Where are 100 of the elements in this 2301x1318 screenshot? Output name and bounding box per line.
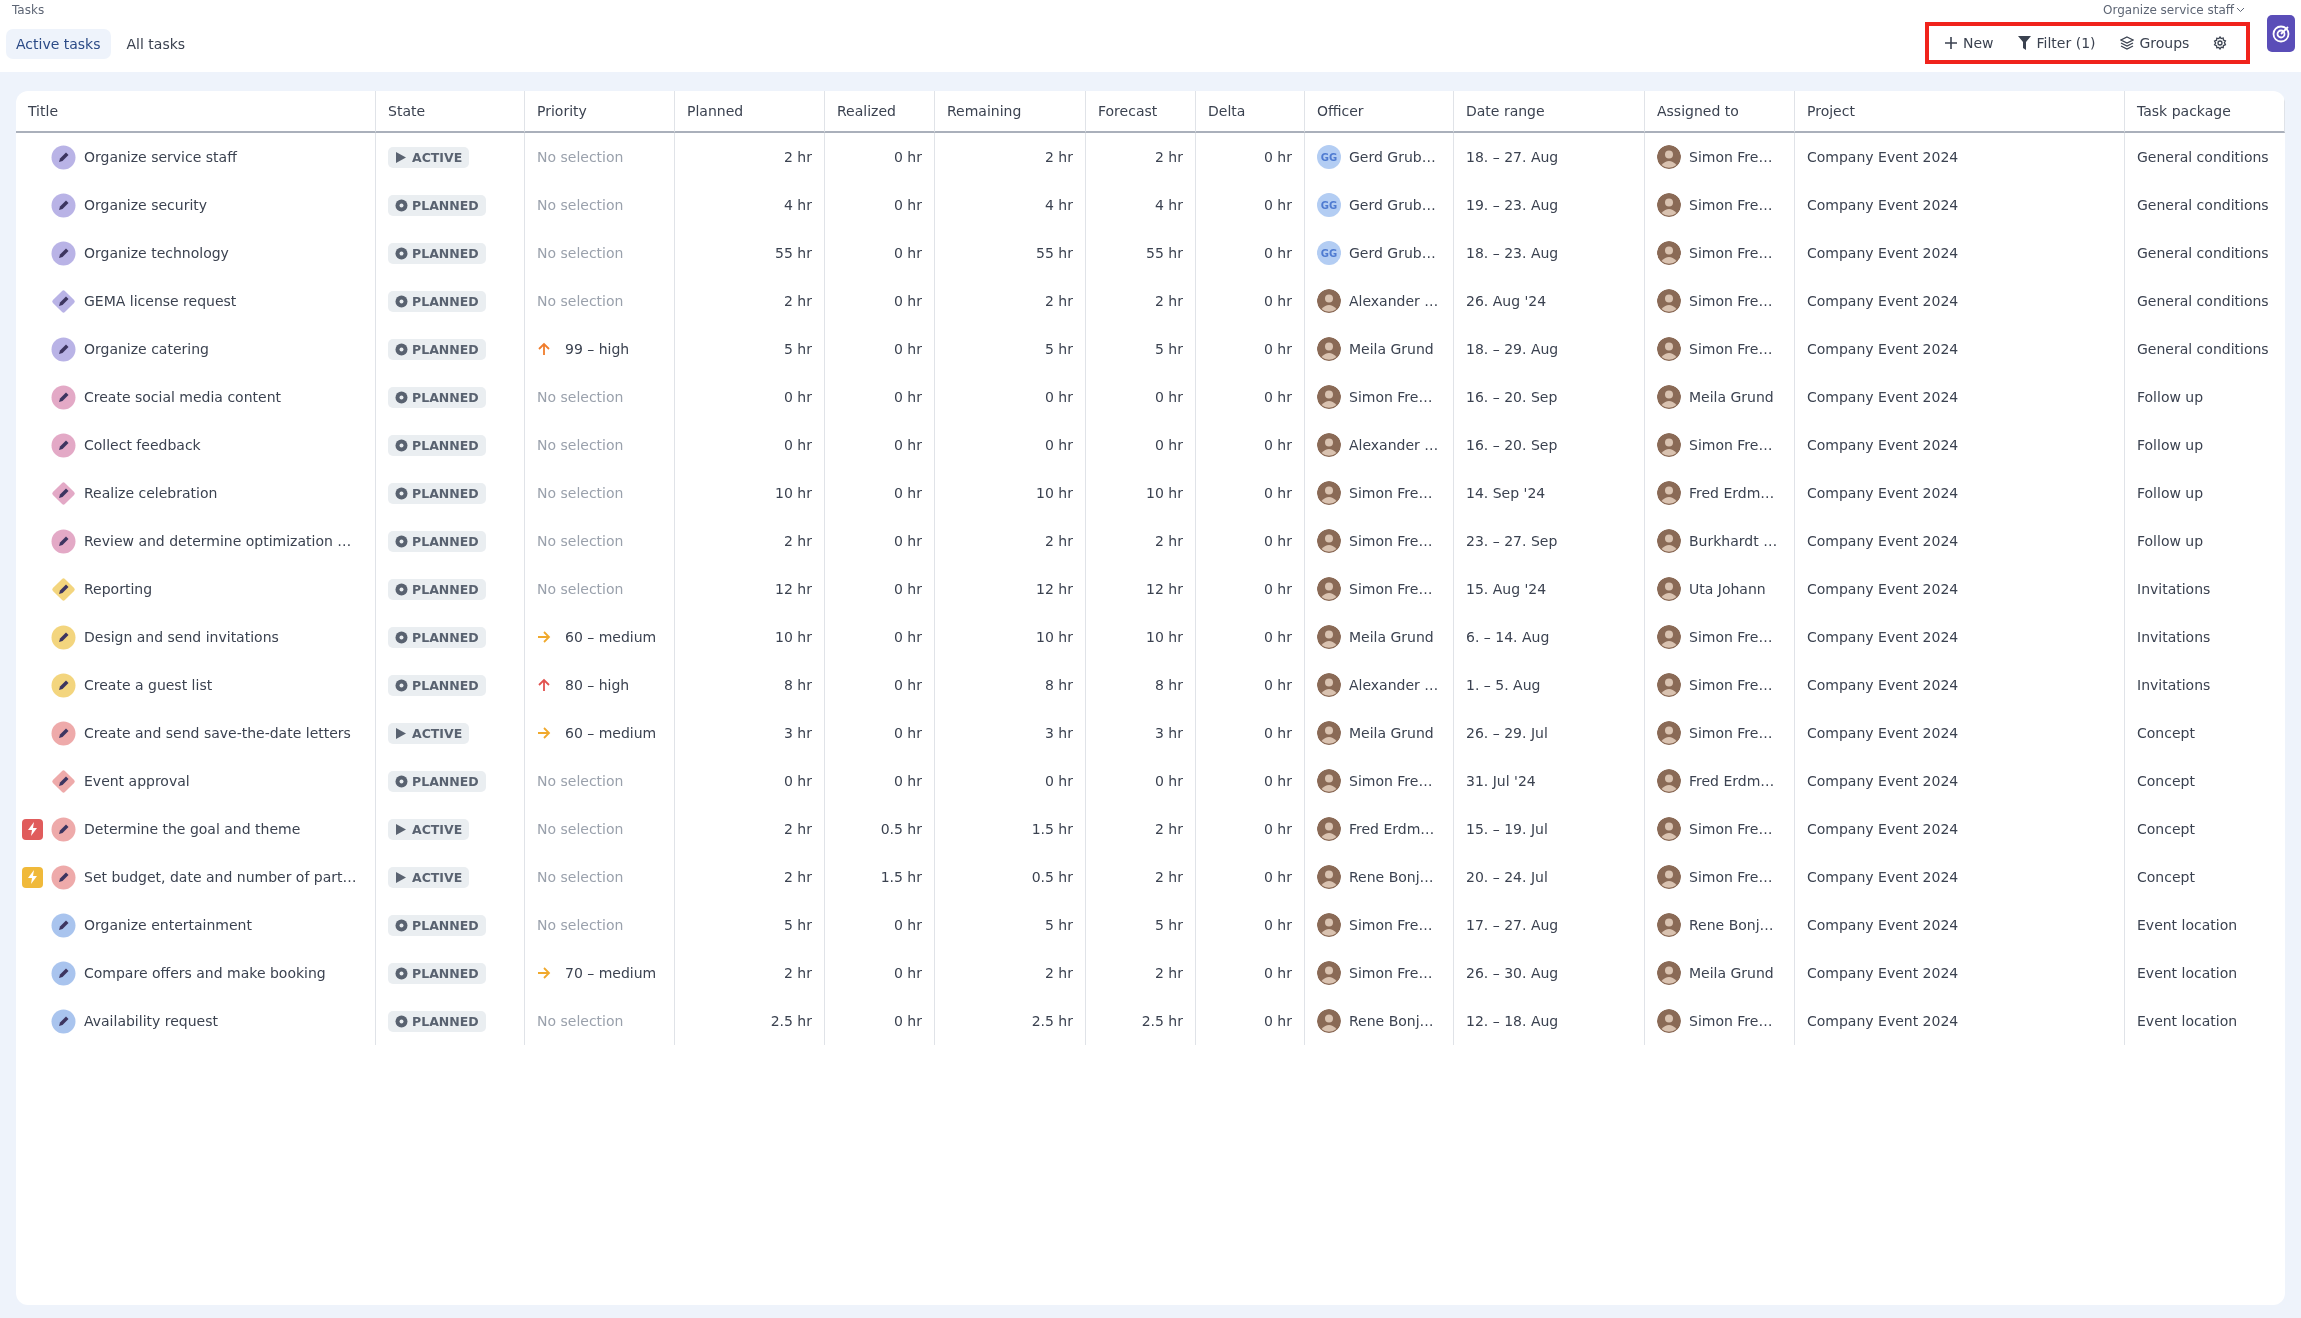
column-header[interactable]: Remaining	[935, 91, 1086, 133]
state-badge: PLANNED	[388, 242, 486, 264]
hours-value: 0 hr	[1264, 341, 1292, 357]
hours-value: 2 hr	[1155, 149, 1183, 165]
task-title[interactable]: Organize technology	[84, 245, 229, 261]
new-button[interactable]: New	[1945, 33, 1994, 53]
column-header[interactable]: Priority	[525, 91, 675, 133]
date-range: 23. – 27. Sep	[1466, 533, 1558, 549]
avatar-silhouette-icon	[1657, 241, 1681, 265]
hours-value: 2 hr	[1155, 869, 1183, 885]
column-header[interactable]: Planned	[675, 91, 825, 133]
person-name: Rene Bonj…	[1349, 869, 1434, 885]
task-package: Follow up	[2137, 389, 2204, 405]
hours-value: 0 hr	[894, 725, 922, 741]
hours-value: 0 hr	[1264, 485, 1292, 501]
task-package: Concept	[2137, 821, 2195, 837]
task-title[interactable]: GEMA license request	[84, 293, 237, 309]
date-range: 18. – 27. Aug	[1466, 149, 1559, 165]
date-range: 20. – 24. Jul	[1466, 869, 1548, 885]
task-title[interactable]: Availability request	[84, 1013, 218, 1029]
task-title[interactable]: Organize security	[84, 197, 208, 213]
column-header[interactable]: Assigned to	[1645, 91, 1795, 133]
hours-value: 8 hr	[1045, 677, 1073, 693]
person-name: Alexander …	[1349, 677, 1439, 693]
state-badge: PLANNED	[388, 578, 486, 600]
task-title[interactable]: Compare offers and make booking	[84, 965, 326, 981]
context-dropdown[interactable]: Organize service staff	[2103, 3, 2245, 17]
task-title[interactable]: Collect feedback	[84, 437, 201, 453]
hours-value: 0 hr	[1264, 1013, 1292, 1029]
state-badge: PLANNED	[388, 914, 486, 936]
person-name: Simon Fre…	[1689, 725, 1773, 741]
task-title[interactable]: Create and send save-the-date letters	[84, 725, 351, 741]
hours-value: 2.5 hr	[1141, 1013, 1183, 1029]
task-package: General conditions	[2137, 245, 2269, 261]
hours-value: 1.5 hr	[1031, 821, 1073, 837]
hours-value: 2 hr	[1155, 293, 1183, 309]
avatar-silhouette-icon	[1317, 1009, 1341, 1033]
column-header[interactable]: Delta	[1196, 91, 1305, 133]
task-title[interactable]: Determine the goal and theme	[84, 821, 301, 837]
priority-label: 99 – high	[565, 341, 630, 357]
avatar-silhouette-icon	[1657, 817, 1681, 841]
hours-value: 5 hr	[784, 917, 812, 933]
settings-button[interactable]	[2213, 34, 2228, 52]
hours-value: 3 hr	[1045, 725, 1073, 741]
avatar-silhouette-icon	[1657, 289, 1681, 313]
column-header[interactable]: Realized	[825, 91, 935, 133]
person-name: Simon Fre…	[1689, 677, 1773, 693]
hours-value: 2 hr	[784, 869, 812, 885]
person-name: Gerd Grub…	[1349, 197, 1436, 213]
task-title[interactable]: Design and send invitations	[84, 629, 279, 645]
groups-button[interactable]: Groups	[2119, 33, 2190, 53]
person-name: Meila Grund	[1689, 965, 1774, 981]
tab[interactable]: All tasks	[116, 29, 196, 59]
hours-value: 8 hr	[1155, 677, 1183, 693]
task-title[interactable]: Set budget, date and number of part…	[84, 869, 357, 885]
task-package: Invitations	[2137, 581, 2211, 597]
column-header[interactable]: Forecast	[1086, 91, 1196, 133]
app-button[interactable]	[2267, 15, 2295, 52]
project-name: Company Event 2024	[1807, 917, 1959, 933]
avatar-silhouette-icon	[1317, 769, 1341, 793]
person-name: Meila Grund	[1349, 341, 1434, 357]
task-title[interactable]: Reporting	[84, 581, 153, 597]
column-header[interactable]: Date range	[1454, 91, 1645, 133]
avatar-silhouette-icon	[1317, 673, 1341, 697]
avatar-silhouette-icon	[1317, 481, 1341, 505]
tab[interactable]: Active tasks	[6, 29, 111, 59]
hours-value: 0 hr	[894, 341, 922, 357]
project-name: Company Event 2024	[1807, 1013, 1959, 1029]
avatar-silhouette-icon	[1657, 529, 1681, 553]
column-header[interactable]: Task package	[2125, 91, 2285, 133]
task-title[interactable]: Organize service staff	[84, 149, 237, 165]
task-package: General conditions	[2137, 293, 2269, 309]
task-title[interactable]: Create a guest list	[84, 677, 213, 693]
task-title[interactable]: Organize catering	[84, 341, 209, 357]
task-package: Event location	[2137, 965, 2238, 981]
task-title[interactable]: Realize celebration	[84, 485, 218, 501]
task-title[interactable]: Organize entertainment	[84, 917, 252, 933]
task-title[interactable]: Review and determine optimization …	[84, 533, 352, 549]
person-name: Simon Fre…	[1689, 341, 1773, 357]
task-title[interactable]: Event approval	[84, 773, 190, 789]
column-header[interactable]: State	[376, 91, 525, 133]
column-header[interactable]: Title	[16, 91, 376, 133]
hours-value: 0 hr	[1264, 725, 1292, 741]
hours-value: 0 hr	[1045, 773, 1073, 789]
task-title[interactable]: Create social media content	[84, 389, 281, 405]
hours-value: 2 hr	[1045, 965, 1073, 981]
hours-value: 0 hr	[894, 197, 922, 213]
project-name: Company Event 2024	[1807, 965, 1959, 981]
hours-value: 0 hr	[784, 437, 812, 453]
person-name: Simon Fre…	[1349, 773, 1433, 789]
date-range: 31. Jul '24	[1466, 773, 1536, 789]
filter-button[interactable]: Filter (1)	[2017, 33, 2096, 53]
task-package: General conditions	[2137, 149, 2269, 165]
column-header[interactable]: Officer	[1305, 91, 1454, 133]
project-name: Company Event 2024	[1807, 485, 1959, 501]
avatar-silhouette-icon	[1657, 625, 1681, 649]
hours-value: 0 hr	[1264, 581, 1292, 597]
column-header[interactable]: Project	[1795, 91, 2125, 133]
hours-value: 2 hr	[1155, 821, 1183, 837]
hours-value: 10 hr	[1036, 629, 1073, 645]
